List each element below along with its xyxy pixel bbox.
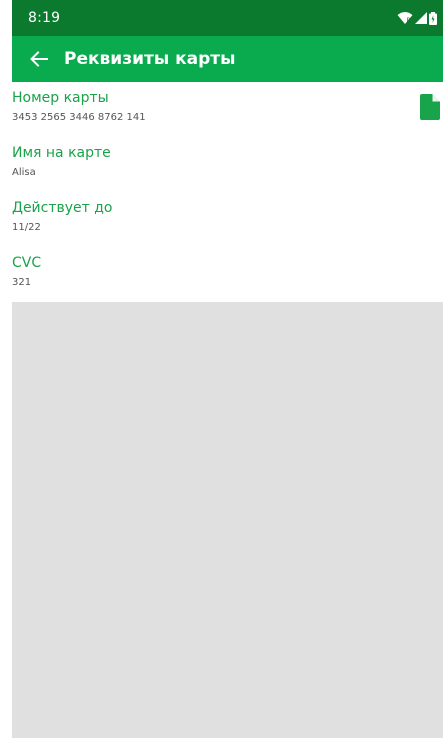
status-time: 8:19: [28, 10, 61, 26]
svg-text:R: R: [407, 17, 411, 24]
card-expiry-label: Действует до: [12, 200, 113, 216]
card-cvc-field: CVC 321: [12, 254, 41, 290]
card-expiry-value: 11/22: [12, 222, 41, 233]
card-number-value: 3453 2565 3446 8762 141: [12, 112, 146, 123]
card-number-field: Номер карты 3453 2565 3446 8762 141: [12, 89, 146, 125]
copy-card-number-button[interactable]: [420, 94, 440, 120]
card-name-value: Alisa: [12, 167, 36, 178]
arrow-back-icon: [30, 51, 48, 67]
card-details-card: Номер карты 3453 2565 3446 8762 141 Имя …: [12, 82, 443, 302]
card-cvc-label: CVC: [12, 255, 42, 271]
card-expiry-field: Действует до 11/22: [12, 199, 113, 235]
page-title: Реквизиты карты: [64, 49, 236, 69]
card-number-label: Номер карты: [12, 90, 109, 106]
back-button[interactable]: [24, 44, 54, 74]
status-icons: R: [397, 11, 437, 25]
signal-icon: [415, 12, 427, 24]
card-cvc-value: 321: [12, 277, 32, 288]
status-bar: 8:19 R: [12, 0, 443, 36]
copy-icon: [420, 94, 440, 120]
card-name-field: Имя на карте Alisa: [12, 144, 111, 180]
wifi-icon: R: [397, 12, 413, 24]
card-name-label: Имя на карте: [12, 145, 111, 161]
card-details-screen: 8:19 R Реквизиты карты Номер карты 3453 …: [0, 0, 443, 738]
app-bar: Реквизиты карты: [12, 36, 443, 82]
battery-icon: [429, 11, 437, 25]
